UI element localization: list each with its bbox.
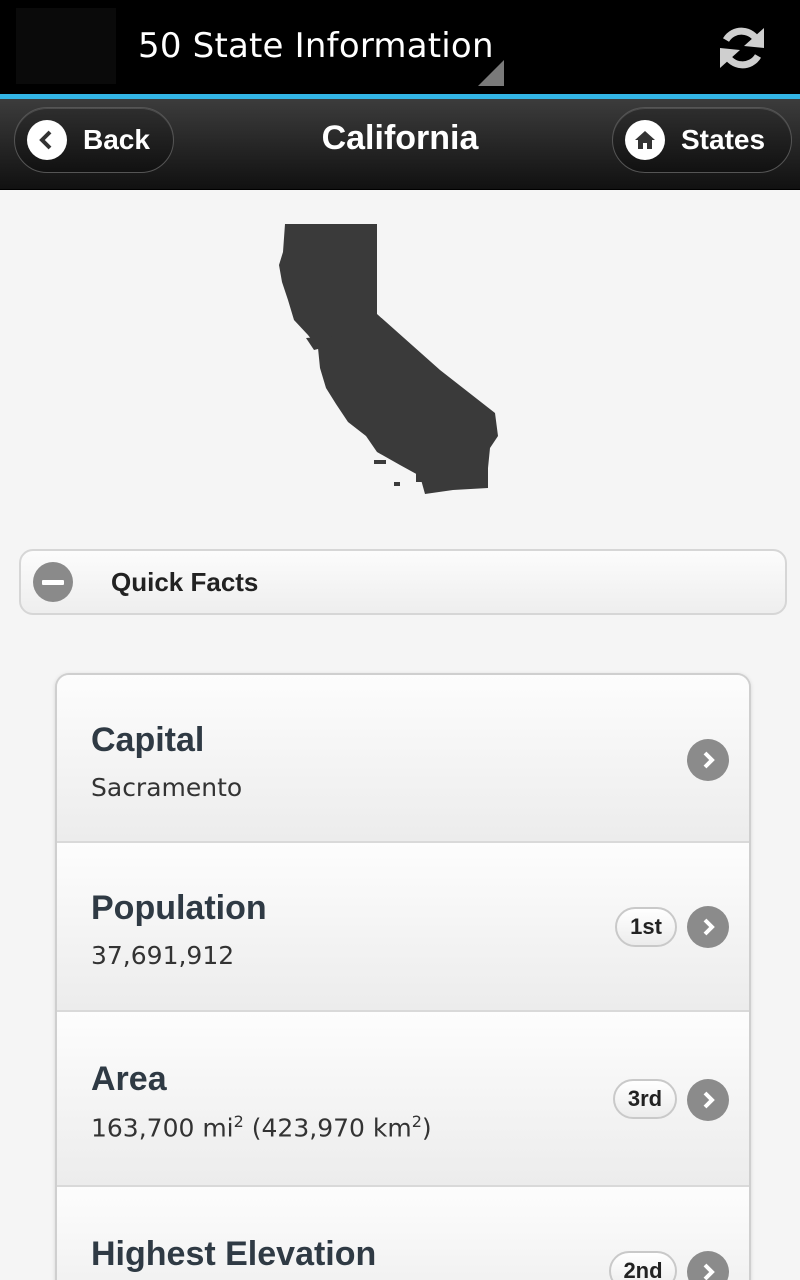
- refresh-button[interactable]: [704, 10, 780, 86]
- facts-list: Capital Sacramento Population 37,691,912…: [55, 673, 751, 1280]
- chevron-right-icon: [687, 1079, 729, 1121]
- california-map-image: [279, 224, 498, 494]
- fact-value: Sacramento: [91, 773, 243, 802]
- fact-title: Capital: [91, 721, 205, 759]
- rank-badge: 3rd: [613, 1079, 677, 1119]
- chevron-right-icon: [687, 906, 729, 948]
- list-item-highest-elevation[interactable]: Highest Elevation 2nd: [57, 1187, 749, 1280]
- list-item-area[interactable]: Area 163,700 mi2 (423,970 km2) 3rd: [57, 1012, 749, 1187]
- fact-value: 37,691,912: [91, 941, 235, 970]
- fact-title: Population: [91, 889, 267, 927]
- rank-badge: 2nd: [609, 1251, 677, 1280]
- states-button[interactable]: States: [612, 107, 792, 173]
- chevron-right-icon: [687, 739, 729, 781]
- refresh-icon: [720, 27, 764, 69]
- list-item-population[interactable]: Population 37,691,912 1st: [57, 843, 749, 1012]
- quick-facts-toggle[interactable]: Quick Facts: [19, 549, 787, 615]
- list-item-capital[interactable]: Capital Sacramento: [57, 675, 749, 843]
- fact-value: 163,700 mi2 (423,970 km2): [91, 1112, 432, 1143]
- quick-facts-label: Quick Facts: [111, 566, 259, 597]
- states-button-label: States: [681, 124, 766, 155]
- rank-badge: 1st: [615, 907, 677, 947]
- spinner-indicator-icon: [478, 60, 504, 86]
- fact-title: Highest Elevation: [91, 1235, 377, 1273]
- app-title[interactable]: 50 State Information: [138, 26, 494, 66]
- minus-icon: [33, 562, 73, 602]
- page-content: Quick Facts Capital Sacramento Populatio…: [0, 190, 800, 1280]
- page-header: Back California States: [0, 99, 800, 190]
- chevron-right-icon: [687, 1251, 729, 1280]
- home-icon: [625, 120, 665, 160]
- action-bar: 50 State Information: [0, 0, 800, 96]
- app-icon[interactable]: [16, 8, 116, 84]
- fact-title: Area: [91, 1060, 167, 1098]
